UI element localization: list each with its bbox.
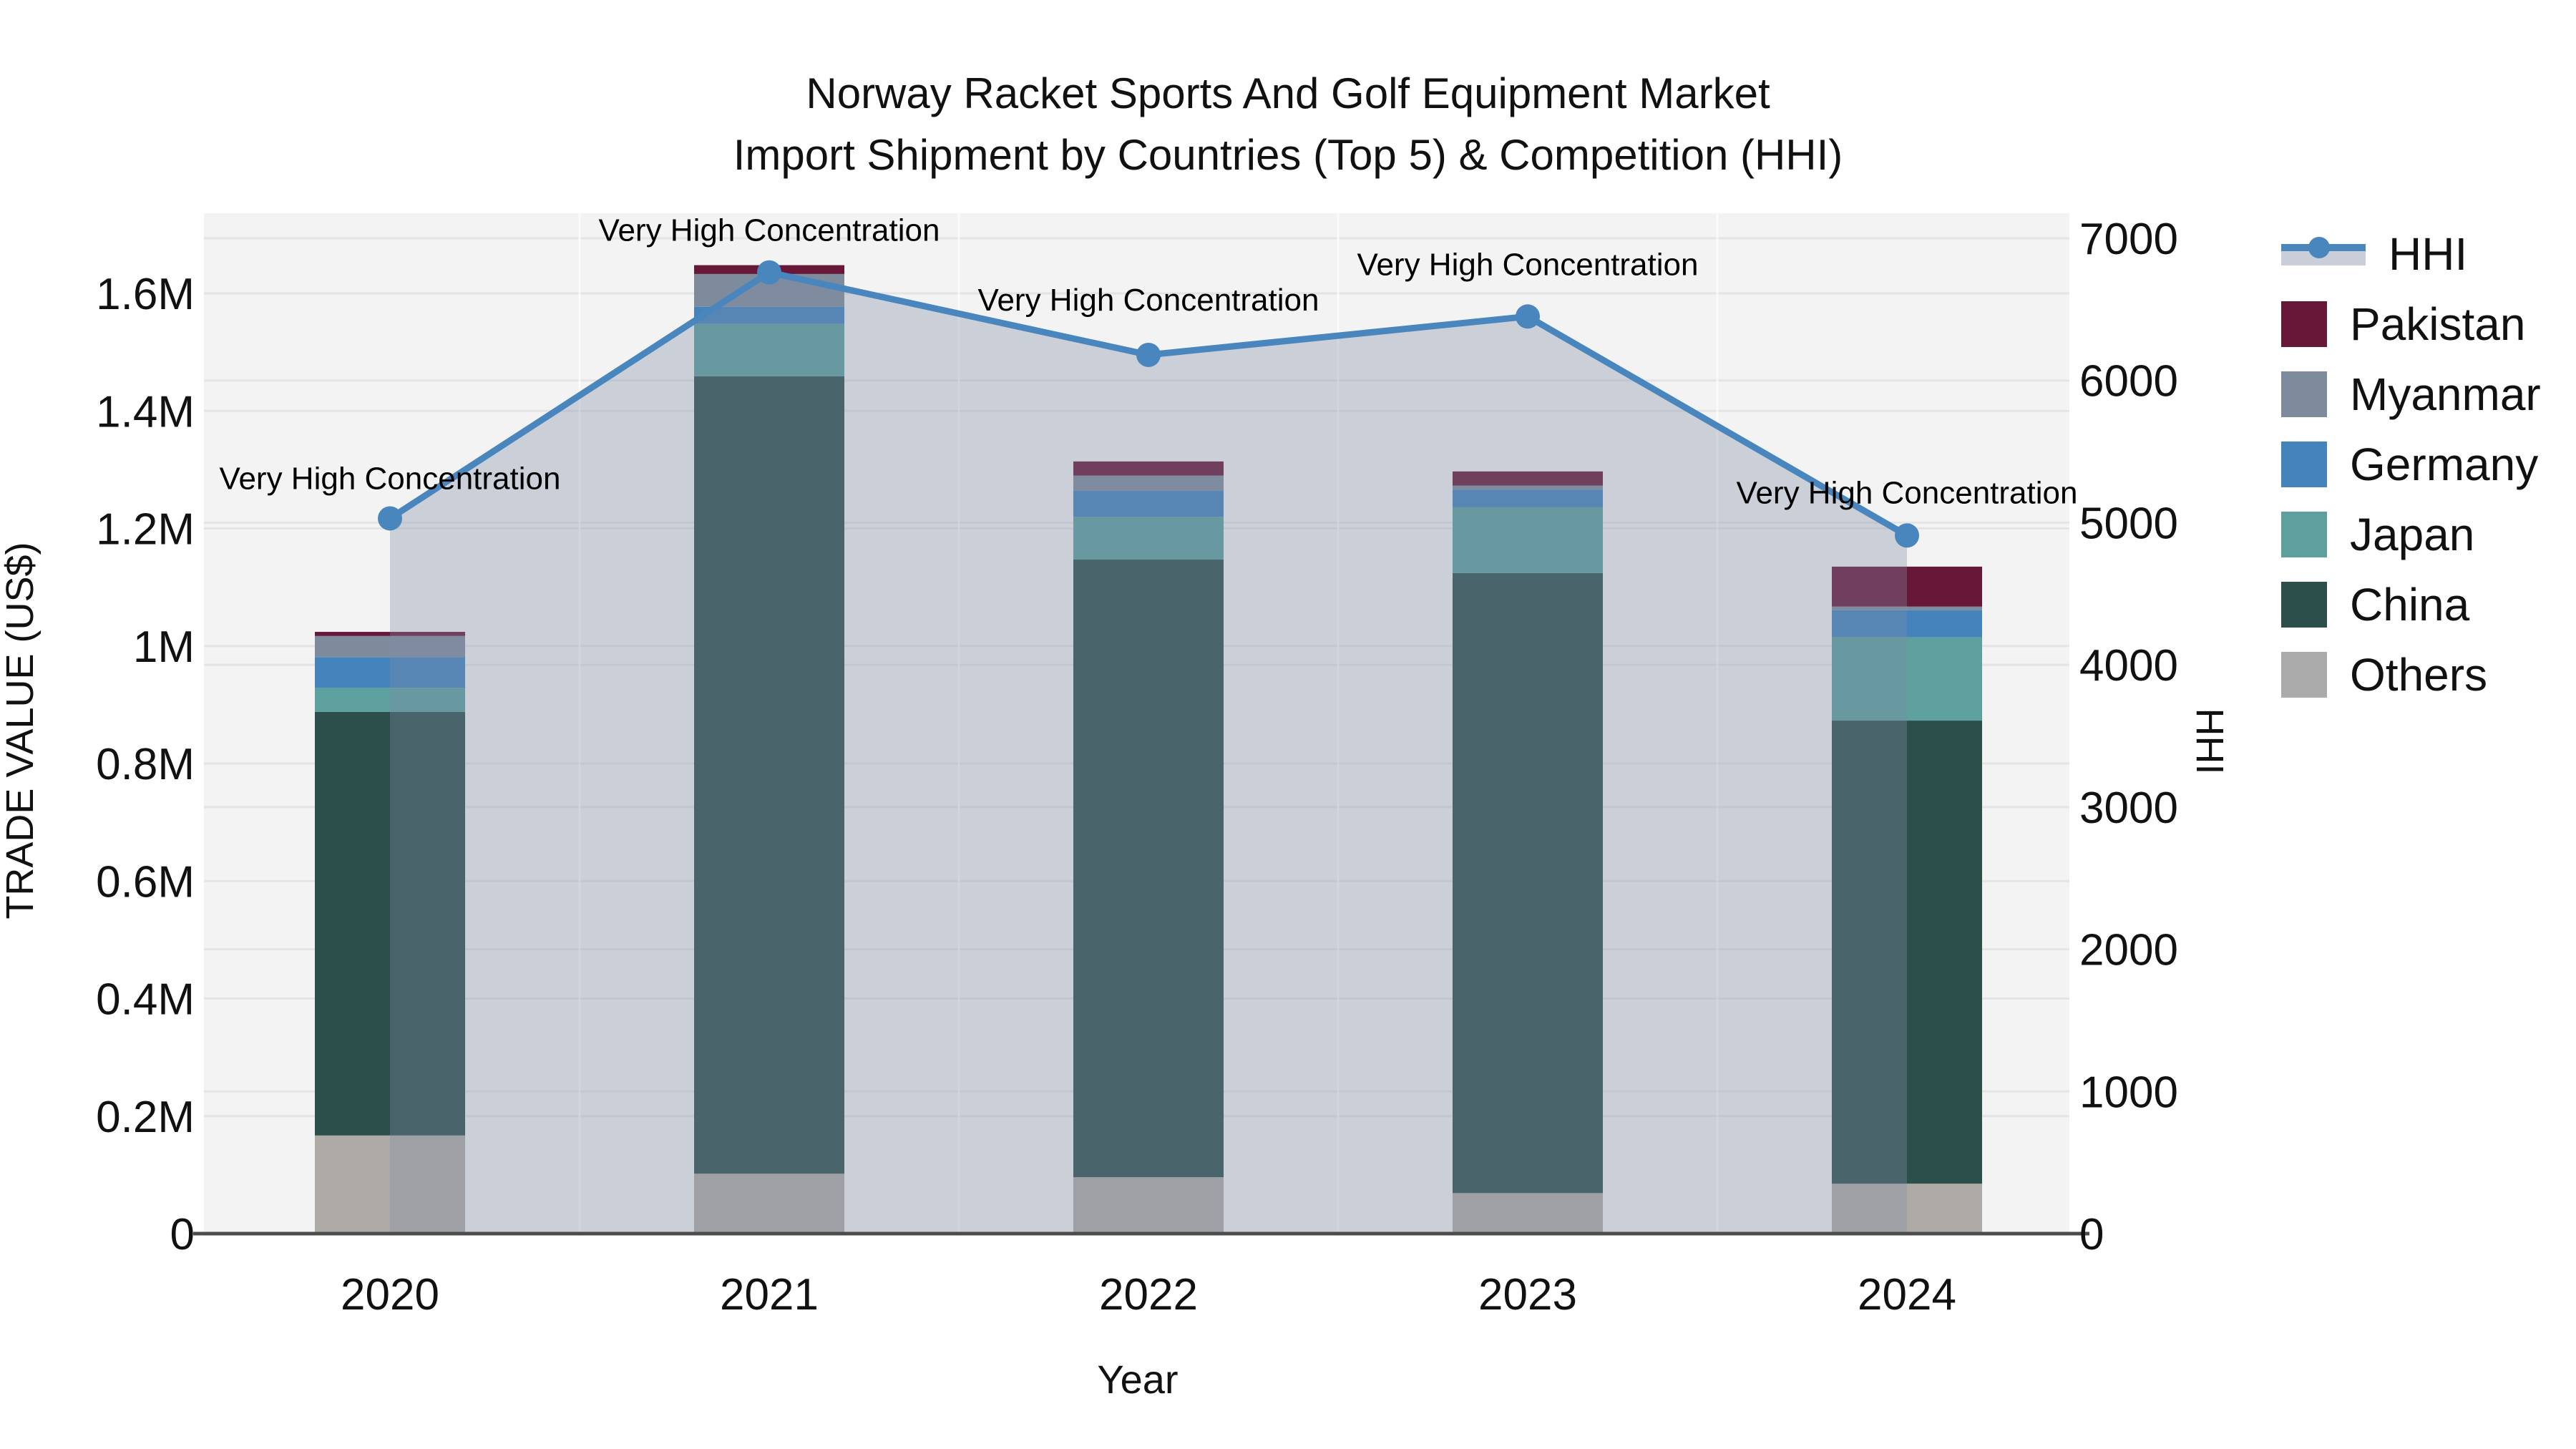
hhi-marker-sample — [2308, 237, 2330, 258]
legend-item-germany: Germany — [2281, 429, 2541, 499]
chart-title: Norway Racket Sports And Golf Equipment … — [0, 63, 2576, 186]
myanmar-swatch — [2281, 371, 2327, 417]
y-left-tick: 0.4M — [96, 975, 195, 1025]
chart-title-line2: Import Shipment by Countries (Top 5) & C… — [733, 131, 1843, 179]
legend-label: Pakistan — [2350, 298, 2526, 350]
y-left-tick: 1M — [133, 623, 195, 672]
germany-swatch — [2281, 441, 2327, 487]
legend-item-china: China — [2281, 570, 2541, 640]
annotation-2022: Very High Concentration — [978, 283, 1319, 318]
y-right-tick: 0 — [2079, 1210, 2104, 1259]
legend-item-myanmar: Myanmar — [2281, 359, 2541, 429]
hhi-point-2022[interactable] — [1136, 342, 1161, 367]
x-tick-2020: 2020 — [341, 1270, 439, 1319]
legend-item-japan: Japan — [2281, 499, 2541, 570]
chart-title-line1: Norway Racket Sports And Golf Equipment … — [806, 69, 1770, 117]
y-right-tick: 2000 — [2079, 926, 2178, 975]
pakistan-swatch — [2281, 301, 2327, 347]
y-left-tick: 0 — [170, 1210, 195, 1259]
y-right-tick: 7000 — [2079, 215, 2178, 264]
x-tick-2023: 2023 — [1478, 1270, 1577, 1319]
japan-swatch — [2281, 512, 2327, 557]
y-right-tick: 5000 — [2079, 499, 2178, 548]
y-right-tick: 4000 — [2079, 641, 2178, 691]
annotation-2020: Very High Concentration — [220, 461, 561, 496]
hhi-point-2020[interactable] — [378, 506, 402, 531]
x-tick-2024: 2024 — [1858, 1270, 1956, 1319]
y-left-tick: 0.8M — [96, 740, 195, 789]
chart-page: Very High Concentration Very High Concent… — [0, 0, 2576, 1449]
y-left-tick: 0.2M — [96, 1093, 195, 1142]
annotation-2021: Very High Concentration — [599, 213, 940, 248]
others-swatch — [2281, 652, 2327, 698]
y-left-tick: 1.6M — [96, 270, 195, 319]
legend-label: China — [2350, 579, 2470, 630]
hhi-point-2021[interactable] — [757, 260, 781, 285]
annotation-2023: Very High Concentration — [1357, 247, 1699, 282]
hhi-point-2024[interactable] — [1895, 523, 1919, 548]
legend-item-others: Others — [2281, 640, 2541, 710]
y-axis-left-title: TRADE VALUE (US$) — [0, 542, 42, 919]
legend-label: HHI — [2389, 228, 2468, 280]
china-swatch — [2281, 582, 2327, 628]
hhi-area — [390, 272, 1907, 1234]
y-right-tick: 3000 — [2079, 784, 2178, 833]
x-axis-title: Year — [1097, 1357, 1179, 1402]
x-tick-2021: 2021 — [720, 1270, 819, 1319]
y-axis-right-title: HHI — [2188, 708, 2231, 775]
y-left-tick: 1.2M — [96, 505, 195, 555]
y-right-tick: 1000 — [2079, 1068, 2178, 1117]
legend: HHI Pakistan Myanmar Germany Japan China… — [2281, 219, 2541, 710]
y-left-tick: 1.4M — [96, 387, 195, 436]
y-right-tick: 6000 — [2079, 357, 2178, 406]
legend-item-hhi: HHI — [2281, 219, 2541, 289]
legend-label: Myanmar — [2350, 369, 2541, 420]
legend-label: Japan — [2350, 509, 2475, 560]
hhi-point-2023[interactable] — [1516, 304, 1540, 329]
legend-label: Others — [2350, 649, 2488, 701]
y-left-tick: 0.6M — [96, 857, 195, 907]
legend-label: Germany — [2350, 439, 2539, 490]
x-tick-2022: 2022 — [1099, 1270, 1198, 1319]
annotation-2024: Very High Concentration — [1737, 475, 2078, 510]
hhi-line-swatch — [2281, 231, 2366, 277]
legend-item-pakistan: Pakistan — [2281, 289, 2541, 359]
